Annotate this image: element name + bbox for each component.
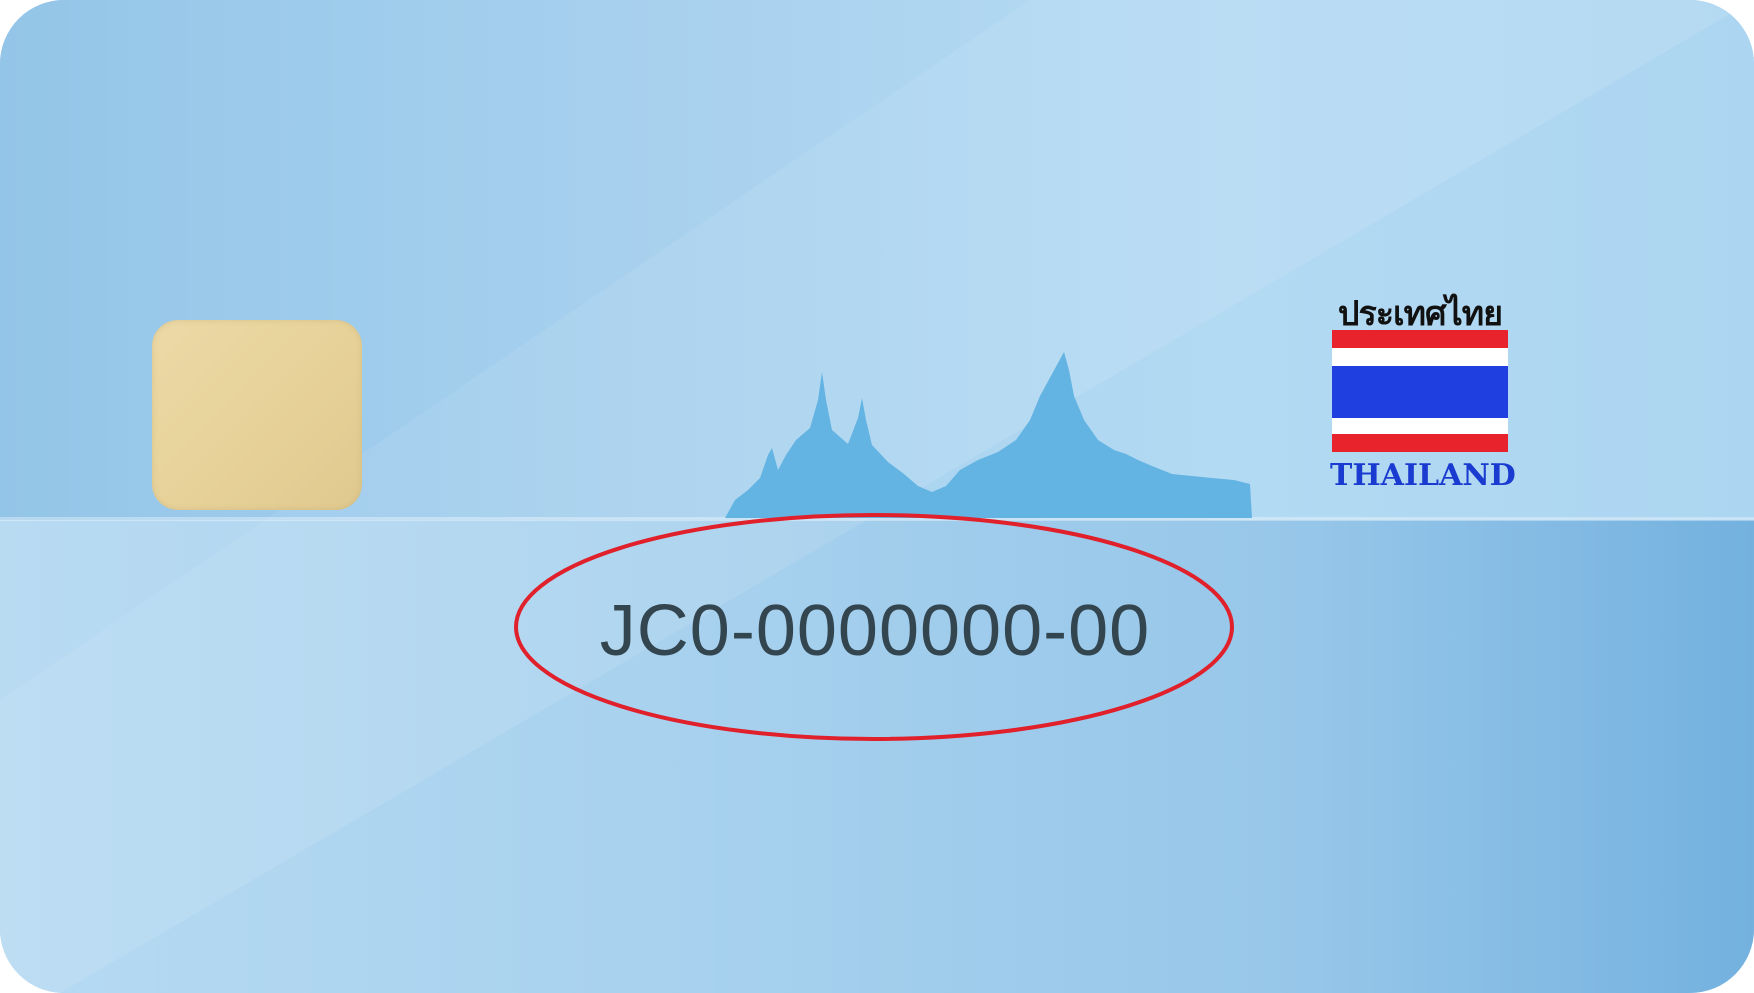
flag-blue-stripe [1332, 366, 1508, 418]
id-card: ประเทศไทย THAILAND JC0-0000000-00 [0, 0, 1754, 993]
thai-flag-icon: ประเทศไทย THAILAND [1330, 286, 1516, 496]
chip-icon [152, 320, 362, 510]
flag-white-stripe [1332, 348, 1508, 366]
card-number: JC0-0000000-00 [599, 591, 1151, 671]
flag-white-stripe [1332, 418, 1508, 434]
flag-stripes [1332, 330, 1508, 452]
flag-red-stripe [1332, 330, 1508, 348]
flag-red-stripe [1332, 434, 1508, 452]
country-name-english: THAILAND [1330, 458, 1516, 493]
